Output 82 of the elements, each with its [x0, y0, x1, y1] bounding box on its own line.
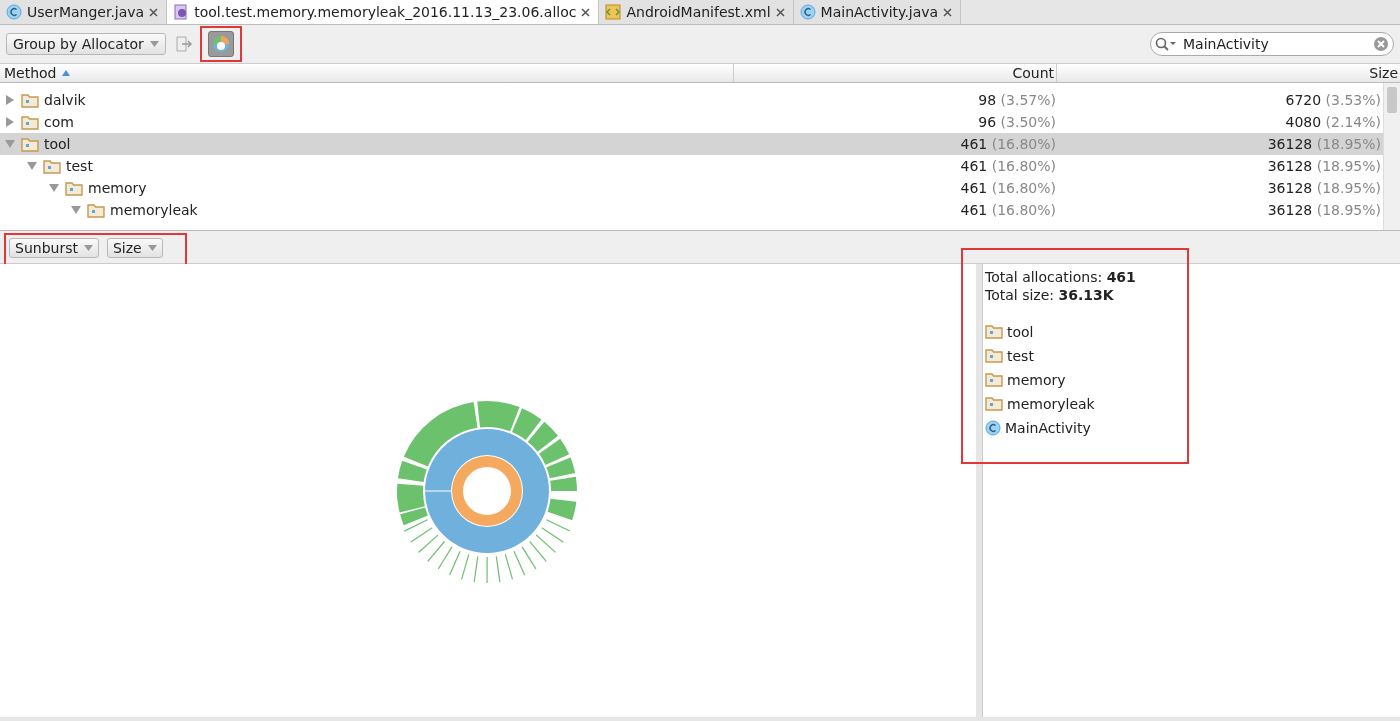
path-item[interactable]: test: [1007, 347, 1034, 364]
close-icon[interactable]: [149, 7, 159, 17]
group-by-dropdown[interactable]: Group by Allocator: [6, 33, 166, 55]
close-icon[interactable]: [943, 7, 953, 17]
caret-icon: [83, 244, 93, 251]
tree-label: memoryleak: [110, 202, 198, 218]
column-header[interactable]: Method: [2, 64, 59, 82]
editor-tab[interactable]: AndroidManifest.xml: [599, 0, 794, 24]
size-cell-text: 36128 (18.95%): [1266, 136, 1381, 152]
folder-icon: [65, 180, 83, 196]
folder-icon: [21, 136, 39, 152]
collapse-arrow-icon[interactable]: [71, 206, 81, 214]
inner-ring-segment[interactable]: [452, 456, 522, 526]
tree-row[interactable]: memory 461 (16.80%) 36128 (18.95%): [0, 177, 1383, 199]
column-header[interactable]: Size: [1056, 64, 1400, 82]
export-icon[interactable]: [173, 35, 192, 53]
folder-icon: [21, 114, 39, 130]
tree-label: memory: [88, 180, 147, 196]
scrollbar[interactable]: [1383, 83, 1400, 230]
path-item[interactable]: tool: [1007, 323, 1034, 340]
tree-row[interactable]: test 461 (16.80%) 36128 (18.95%): [0, 155, 1383, 177]
tree-row[interactable]: memoryleak 461 (16.80%) 36128 (18.95%): [0, 199, 1383, 221]
size-cell-text: 6720 (3.53%): [1284, 92, 1381, 108]
count-cell-text: 461 (16.80%): [959, 202, 1056, 218]
path-item[interactable]: MainActivity: [1005, 419, 1091, 436]
size-cell-text: 36128 (18.95%): [1266, 180, 1381, 196]
caret-icon: [149, 41, 159, 47]
file-icon: [173, 4, 190, 20]
pie-chart-icon: [211, 35, 230, 53]
chart-toggle-button[interactable]: [207, 31, 234, 57]
count-cell-text: 461 (16.80%): [959, 158, 1056, 174]
sort-ascending-icon: [61, 70, 70, 76]
search-field[interactable]: MainActivity: [1181, 35, 1369, 53]
search-icon: [1155, 37, 1177, 51]
folder-icon: [985, 372, 1003, 387]
expand-arrow-icon[interactable]: [6, 95, 14, 105]
chart-type-dropdown[interactable]: Sunburst: [9, 237, 99, 258]
tree-label: dalvik: [44, 92, 86, 108]
tree-label: com: [44, 114, 74, 130]
column-header[interactable]: Count: [733, 64, 1056, 82]
editor-tab[interactable]: MainActivity.java: [793, 0, 962, 24]
xml-file-icon: [605, 4, 622, 20]
editor-tab[interactable]: tool.test.memory.memoryleak_2016.11.13_23.06.alloc: [167, 0, 600, 24]
size-cell-text: 36128 (18.95%): [1266, 158, 1381, 174]
caret-icon: [147, 244, 157, 251]
folder-icon: [87, 202, 105, 218]
collapse-arrow-icon[interactable]: [5, 140, 15, 148]
tree-label: test: [66, 158, 93, 174]
tree-row[interactable]: tool 461 (16.80%) 36128 (18.95%): [0, 133, 1383, 155]
size-cell-text: 4080 (2.14%): [1284, 114, 1381, 130]
clear-icon[interactable]: [1373, 36, 1389, 52]
expand-arrow-icon[interactable]: [6, 117, 14, 127]
scrollbar-thumb[interactable]: [1387, 87, 1397, 113]
folder-icon: [21, 92, 39, 108]
count-cell-text: 96 (3.50%): [977, 114, 1056, 130]
folder-icon: [985, 348, 1003, 363]
close-icon[interactable]: [775, 7, 785, 17]
path-item[interactable]: memory: [1007, 371, 1066, 388]
editor-tab[interactable]: UserManger.java: [0, 0, 168, 24]
middle-ring-segment[interactable]: [425, 429, 549, 553]
size-cell-text: 36128 (18.95%): [1266, 202, 1381, 218]
collapse-arrow-icon[interactable]: [27, 162, 37, 170]
close-icon[interactable]: [581, 7, 591, 17]
folder-icon: [985, 324, 1003, 339]
count-cell-text: 98 (3.57%): [977, 92, 1056, 108]
total-size-text: Total size: 36.13K: [985, 286, 1115, 304]
class-icon: [799, 4, 816, 20]
class-icon: [6, 4, 22, 20]
count-cell-text: 461 (16.80%): [959, 180, 1056, 196]
class-icon: [985, 419, 1001, 436]
tree-row[interactable]: dalvik 98 (3.57%) 6720 (3.53%): [0, 89, 1383, 111]
outer-ring-segments[interactable]: [397, 401, 577, 583]
folder-icon: [985, 396, 1003, 411]
count-cell-text: 461 (16.80%): [959, 136, 1056, 152]
metric-dropdown[interactable]: Size: [106, 237, 163, 258]
search-box[interactable]: MainActivity: [1150, 32, 1394, 56]
collapse-arrow-icon[interactable]: [49, 184, 59, 192]
folder-icon: [43, 158, 61, 174]
tree-row[interactable]: com 96 (3.50%) 4080 (2.14%): [0, 111, 1383, 133]
path-item[interactable]: memoryleak: [1007, 395, 1095, 412]
total-allocations-text: Total allocations: 461: [985, 268, 1137, 286]
tree-label: tool: [44, 136, 71, 152]
